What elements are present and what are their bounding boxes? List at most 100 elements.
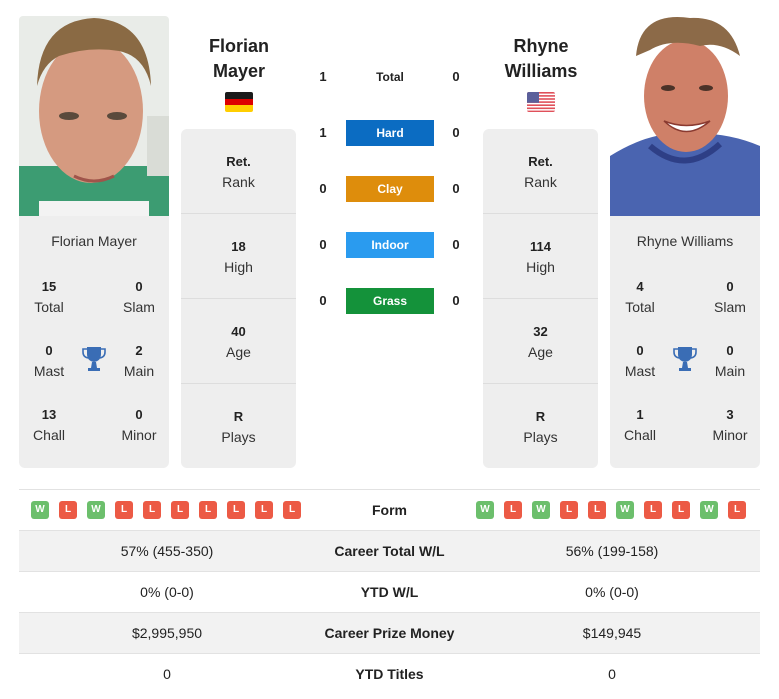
titles-total-value: 4 (636, 279, 644, 294)
form-badges-left: WLWLLLLLLL (31, 501, 301, 519)
form-loss-badge[interactable]: L (143, 501, 161, 519)
table-row: $2,995,950 Career Prize Money $149,945 (19, 612, 760, 653)
titles-main: 2 Main (109, 341, 169, 381)
form-win-badge[interactable]: W (616, 501, 634, 519)
form-loss-badge[interactable]: L (560, 501, 578, 519)
titles-total-label: Total (625, 299, 655, 315)
titles-mast-value: 0 (45, 343, 53, 358)
form-loss-badge[interactable]: L (728, 501, 746, 519)
career-wl-label: Career Total W/L (334, 543, 445, 559)
high-value: 114 (530, 239, 551, 254)
h2h-row-clay: 0 Clay 0 (310, 176, 470, 202)
ytd-wl-label: YTD W/L (360, 584, 419, 600)
ytd-wl-left: 0% (0-0) (140, 584, 194, 600)
form-win-badge[interactable]: W (31, 501, 49, 519)
form-loss-badge[interactable]: L (199, 501, 217, 519)
titles-minor: 0 Minor (109, 405, 169, 445)
prize-money-label: Career Prize Money (324, 625, 455, 641)
form-loss-badge[interactable]: L (283, 501, 301, 519)
form-loss-badge[interactable]: L (227, 501, 245, 519)
titles-slam-value: 0 (726, 279, 734, 294)
plays-label: Plays (221, 429, 256, 445)
table-row: 0% (0-0) YTD W/L 0% (0-0) (19, 571, 760, 612)
form-win-badge[interactable]: W (87, 501, 105, 519)
titles-minor-label: Minor (712, 427, 748, 443)
titles-main-label: Main (714, 363, 746, 379)
high-label: High (224, 259, 253, 275)
ytd-titles-left: 0 (163, 666, 171, 682)
prize-money-left: $2,995,950 (131, 625, 203, 641)
rank-cell: Ret. Rank (483, 129, 598, 214)
high-cell: 18 High (181, 214, 296, 299)
surface-grass-label[interactable]: Grass (346, 288, 434, 314)
player-photo-right (610, 16, 760, 216)
titles-total: 15 Total (19, 277, 79, 317)
ytd-titles-right: 0 (608, 666, 616, 682)
plays-value: R (535, 409, 546, 424)
titles-slam-label: Slam (714, 299, 746, 315)
age-label: Age (226, 344, 251, 360)
surface-hard-label[interactable]: Hard (346, 120, 434, 146)
h2h-right-value: 0 (452, 181, 460, 196)
form-win-badge[interactable]: W (532, 501, 550, 519)
form-loss-badge[interactable]: L (59, 501, 77, 519)
titles-main-value: 0 (726, 343, 734, 358)
titles-main: 0 Main (700, 341, 760, 381)
form-loss-badge[interactable]: L (504, 501, 522, 519)
h2h-right-value: 0 (452, 237, 460, 252)
titles-total-label: Total (34, 299, 64, 315)
titles-minor-value: 0 (135, 407, 143, 422)
h2h-left-value: 0 (319, 293, 327, 308)
form-loss-badge[interactable]: L (644, 501, 662, 519)
titles-chall-value: 13 (41, 407, 57, 422)
plays-cell: R Plays (181, 384, 296, 469)
player-name-left[interactable]: Florian Mayer (174, 34, 304, 84)
titles-minor: 3 Minor (700, 405, 760, 445)
career-wl-left: 57% (455-350) (120, 543, 214, 559)
player-name-right[interactable]: Rhyne Williams (476, 34, 606, 84)
player-photo-left (19, 16, 169, 216)
player-first-name: Florian (208, 36, 269, 56)
trophy-icon (82, 347, 106, 371)
usa-flag-icon (527, 92, 555, 112)
plays-value: R (233, 409, 244, 424)
titles-slam-label: Slam (123, 299, 155, 315)
form-loss-badge[interactable]: L (255, 501, 273, 519)
form-loss-badge[interactable]: L (171, 501, 189, 519)
titles-chall-label: Chall (33, 427, 65, 443)
titles-mast: 0 Mast (19, 341, 79, 381)
rank-card-right: Ret. Rank 114 High 32 Age R Plays (483, 129, 598, 468)
player-last-name: Williams (504, 61, 578, 81)
player-last-name: Mayer (212, 61, 266, 81)
titles-slam: 0 Slam (109, 277, 169, 317)
player-first-name: Rhyne (513, 36, 569, 56)
form-loss-badge[interactable]: L (115, 501, 133, 519)
titles-mast-value: 0 (636, 343, 644, 358)
rank-card-left: Ret. Rank 18 High 40 Age R Plays (181, 129, 296, 468)
rank-label: Rank (222, 174, 255, 190)
age-cell: 32 Age (483, 299, 598, 384)
titles-chall: 13 Chall (19, 405, 79, 445)
trophy-icon (673, 347, 697, 371)
form-label: Form (372, 502, 407, 518)
form-win-badge[interactable]: W (700, 501, 718, 519)
titles-chall: 1 Chall (610, 405, 670, 445)
h2h-left-value: 1 (319, 125, 327, 140)
ytd-titles-label: YTD Titles (355, 666, 424, 682)
titles-slam: 0 Slam (700, 277, 760, 317)
h2h-right-value: 0 (452, 293, 460, 308)
h2h-row-hard: 1 Hard 0 (310, 120, 470, 146)
h2h-row-total: 1 Total 0 (310, 64, 470, 90)
plays-cell: R Plays (483, 384, 598, 469)
surface-indoor-label[interactable]: Indoor (346, 232, 434, 258)
high-value: 18 (231, 239, 246, 254)
player-full-name: Florian Mayer (51, 233, 137, 249)
age-value: 40 (231, 324, 246, 339)
career-wl-right: 56% (199-158) (565, 543, 659, 559)
rank-value: Ret. (528, 154, 553, 169)
prize-money-right: $149,945 (582, 625, 642, 641)
form-loss-badge[interactable]: L (588, 501, 606, 519)
surface-clay-label[interactable]: Clay (346, 176, 434, 202)
form-win-badge[interactable]: W (476, 501, 494, 519)
form-loss-badge[interactable]: L (672, 501, 690, 519)
